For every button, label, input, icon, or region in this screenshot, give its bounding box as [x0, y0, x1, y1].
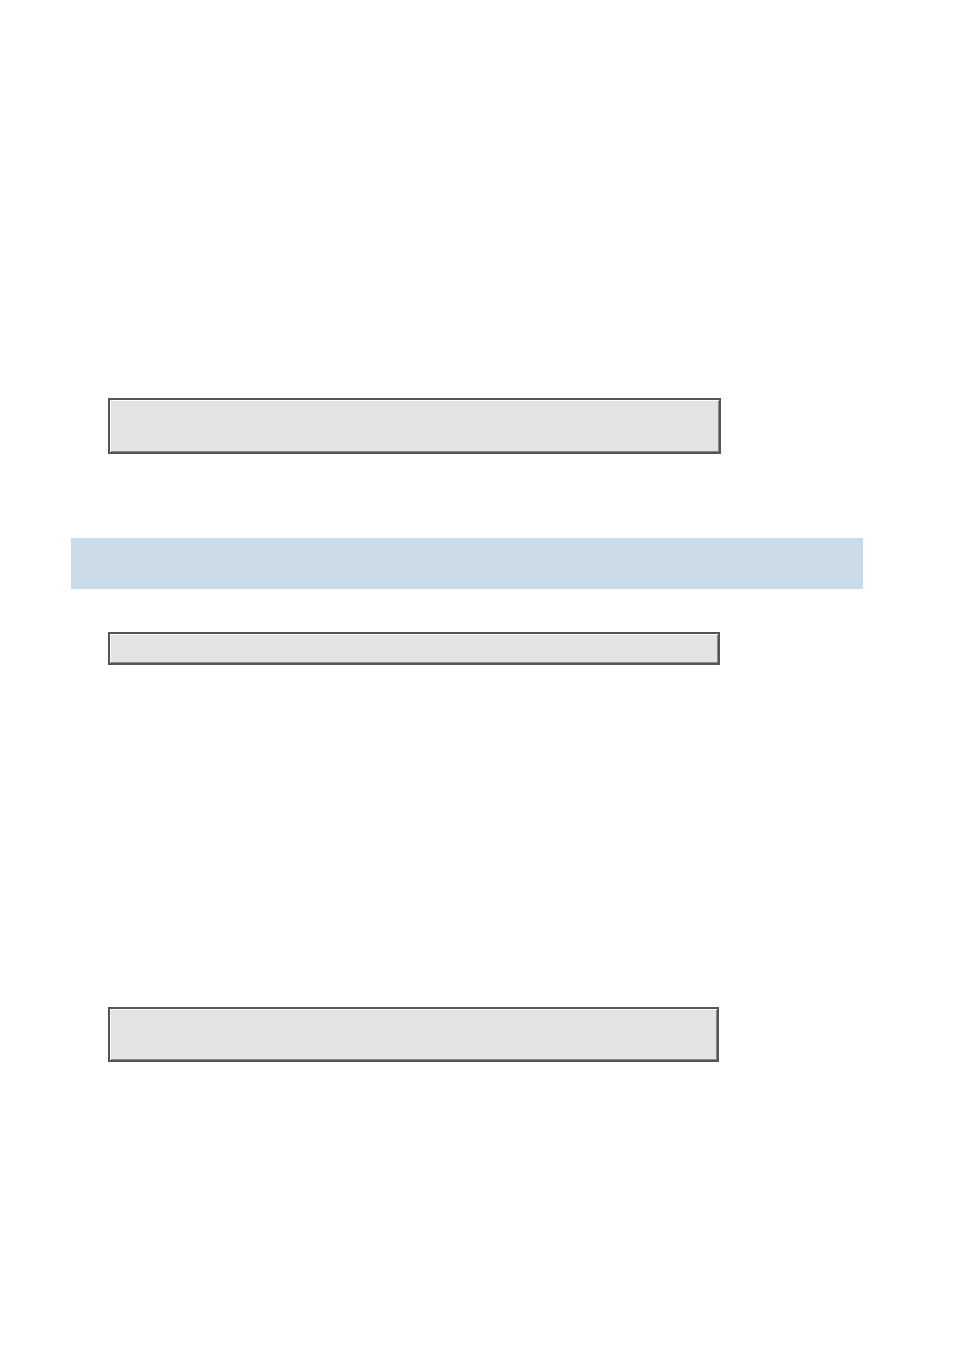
panel-box-2 [108, 632, 720, 665]
panel-box-1 [108, 398, 721, 454]
highlight-strip [71, 538, 863, 589]
panel-box-3 [108, 1007, 719, 1062]
page [0, 0, 954, 1350]
